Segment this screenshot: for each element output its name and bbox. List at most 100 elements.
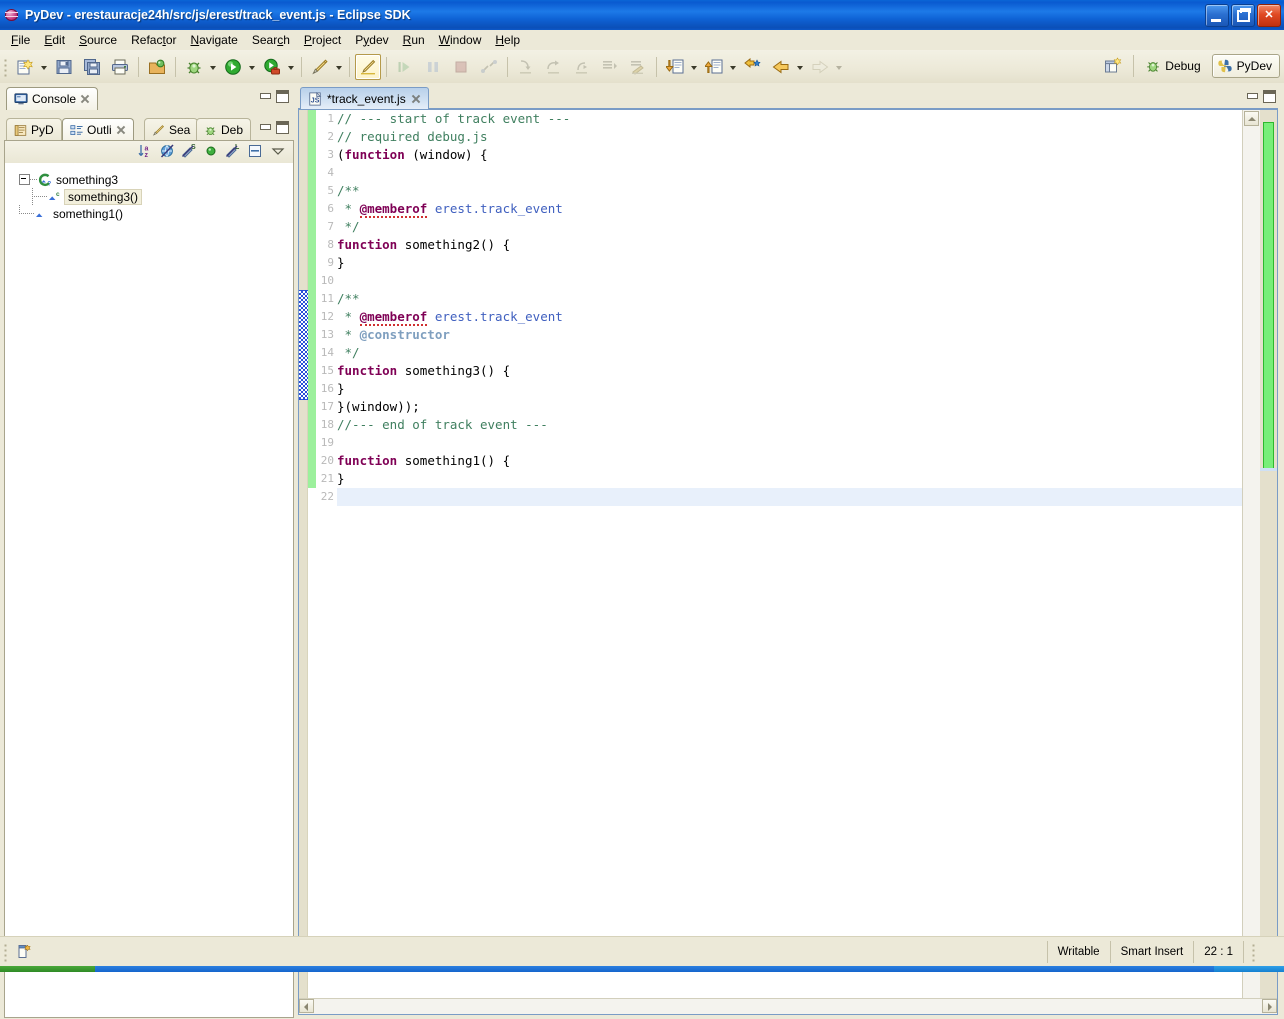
menu-file[interactable]: File xyxy=(4,32,37,48)
menu-pydev[interactable]: Pydev xyxy=(348,32,395,48)
overview-ruler[interactable] xyxy=(1260,110,1277,1014)
code-line[interactable]: // --- start of track event --- xyxy=(337,110,1259,128)
code-line[interactable] xyxy=(337,434,1259,452)
editor-horizontal-scrollbar[interactable] xyxy=(299,998,1277,1014)
code-text[interactable]: // --- start of track event --- // requir… xyxy=(337,110,1259,1014)
toolbar-grip[interactable] xyxy=(2,56,9,77)
start-button[interactable] xyxy=(0,966,95,972)
tree-expander-icon[interactable] xyxy=(19,174,30,185)
code-line[interactable]: //--- end of track event --- xyxy=(337,416,1259,434)
menu-run[interactable]: Run xyxy=(396,32,432,48)
code-line[interactable]: // required debug.js xyxy=(337,128,1259,146)
menu-project[interactable]: Project xyxy=(297,32,348,48)
sort-alphabetically-icon[interactable]: az xyxy=(137,143,157,161)
open-perspective-icon[interactable] xyxy=(1100,53,1126,79)
menu-window[interactable]: Window xyxy=(432,32,489,48)
annotate-icon[interactable] xyxy=(307,54,333,80)
debug-icon[interactable] xyxy=(181,54,207,80)
collapse-all-icon[interactable] xyxy=(247,143,267,161)
tab-outline[interactable]: Outli xyxy=(62,118,134,141)
back-icon[interactable] xyxy=(768,54,794,80)
restore-button[interactable] xyxy=(1231,4,1255,27)
scroll-right-button[interactable] xyxy=(1262,999,1277,1013)
minimize-button[interactable] xyxy=(1205,4,1229,27)
code-line[interactable] xyxy=(337,488,1259,506)
menu-help[interactable]: Help xyxy=(488,32,527,48)
code-line[interactable]: * @memberof erest.track_event xyxy=(337,308,1259,326)
print-icon[interactable] xyxy=(107,54,133,80)
annotate-dropdown[interactable] xyxy=(334,55,345,79)
previous-annotation-icon[interactable] xyxy=(701,54,727,80)
hide-local-types-icon[interactable]: L xyxy=(225,143,245,161)
code-line[interactable]: * @constructor xyxy=(337,326,1259,344)
close-button[interactable]: ✕ xyxy=(1257,4,1281,27)
hide-static-members-icon[interactable]: S xyxy=(181,143,201,161)
menu-search[interactable]: Search xyxy=(245,32,297,48)
editor-tab-close-icon[interactable] xyxy=(411,94,421,104)
code-line[interactable] xyxy=(337,164,1259,182)
perspective-pydev[interactable]: PyDev xyxy=(1211,54,1280,78)
next-annotation-icon[interactable] xyxy=(662,54,688,80)
new-wizard-dropdown[interactable] xyxy=(39,55,50,79)
run-dropdown[interactable] xyxy=(247,55,258,79)
hide-non-public-members-icon[interactable] xyxy=(159,143,179,161)
code-line[interactable] xyxy=(337,272,1259,290)
tab-console-close-icon[interactable] xyxy=(80,94,90,104)
previous-annotation-dropdown[interactable] xyxy=(728,55,739,79)
view-menu-icon[interactable] xyxy=(269,143,289,161)
external-tools-dropdown[interactable] xyxy=(286,55,297,79)
new-wizard-icon[interactable] xyxy=(12,54,38,80)
open-type-icon[interactable] xyxy=(144,54,170,80)
save-icon[interactable] xyxy=(51,54,77,80)
code-line[interactable]: function something2() { xyxy=(337,236,1259,254)
console-minimize-button[interactable] xyxy=(259,90,271,101)
status-bar-grip[interactable] xyxy=(2,942,9,962)
code-line[interactable]: } xyxy=(337,380,1259,398)
code-line[interactable]: (function (window) { xyxy=(337,146,1259,164)
outline-maximize-button[interactable] xyxy=(276,121,289,134)
tab-search[interactable]: Sea xyxy=(144,118,199,141)
menu-source[interactable]: Source xyxy=(72,32,124,48)
toggle-mark-occurrences-icon[interactable] xyxy=(355,53,381,80)
code-line[interactable]: function something3() { xyxy=(337,362,1259,380)
editor-tab-track-event[interactable]: JS *track_event.js xyxy=(300,87,429,109)
scroll-left-button[interactable] xyxy=(299,999,314,1013)
scroll-up-button[interactable] xyxy=(1244,111,1259,126)
code-line[interactable]: */ xyxy=(337,344,1259,362)
next-annotation-dropdown[interactable] xyxy=(689,55,700,79)
menu-navigate[interactable]: Navigate xyxy=(183,32,244,48)
last-edit-location-icon[interactable] xyxy=(740,54,766,80)
system-tray[interactable] xyxy=(1214,966,1284,972)
editor-maximize-button[interactable] xyxy=(1263,90,1276,103)
editor-minimize-button[interactable] xyxy=(1246,90,1258,101)
tree-item-something1-function[interactable]: something1() xyxy=(5,205,293,222)
tree-item-something3-object[interactable]: ? something3 xyxy=(5,171,293,188)
run-icon[interactable] xyxy=(220,54,246,80)
menu-refactor[interactable]: Refactor xyxy=(124,32,183,48)
code-line[interactable]: function something1() { xyxy=(337,452,1259,470)
code-line[interactable]: } xyxy=(337,254,1259,272)
code-editor-area[interactable]: 1 2 3 4 5 6 7 8 9 10 11 12 13 14 15 16 17 18 19 20 21 22 // -… xyxy=(298,109,1278,1015)
save-all-icon[interactable] xyxy=(79,54,105,80)
marker-ruler[interactable] xyxy=(299,110,308,1014)
code-line[interactable]: * @memberof erest.track_event xyxy=(337,200,1259,218)
code-line[interactable]: /** xyxy=(337,182,1259,200)
tab-pydev-package-explorer[interactable]: PyD xyxy=(6,118,62,141)
tab-console[interactable]: Console xyxy=(6,87,99,110)
menu-edit[interactable]: Edit xyxy=(37,32,72,48)
code-line[interactable]: */ xyxy=(337,218,1259,236)
debug-dropdown[interactable] xyxy=(208,55,219,79)
editor-vertical-scrollbar[interactable] xyxy=(1242,110,1260,1014)
outline-minimize-button[interactable] xyxy=(259,121,271,132)
tab-debug[interactable]: Deb xyxy=(196,118,252,141)
console-maximize-button[interactable] xyxy=(276,90,289,103)
code-line[interactable]: } xyxy=(337,470,1259,488)
tree-item-something3-constructor[interactable]: c something3() xyxy=(5,188,293,205)
code-line[interactable]: /** xyxy=(337,290,1259,308)
tab-outline-close-icon[interactable] xyxy=(116,125,126,135)
perspective-debug[interactable]: Debug xyxy=(1140,54,1208,78)
code-line[interactable]: }(window)); xyxy=(337,398,1259,416)
filter-green-dot-icon[interactable] xyxy=(203,143,223,161)
back-dropdown[interactable] xyxy=(795,55,806,79)
external-tools-icon[interactable] xyxy=(259,54,285,80)
